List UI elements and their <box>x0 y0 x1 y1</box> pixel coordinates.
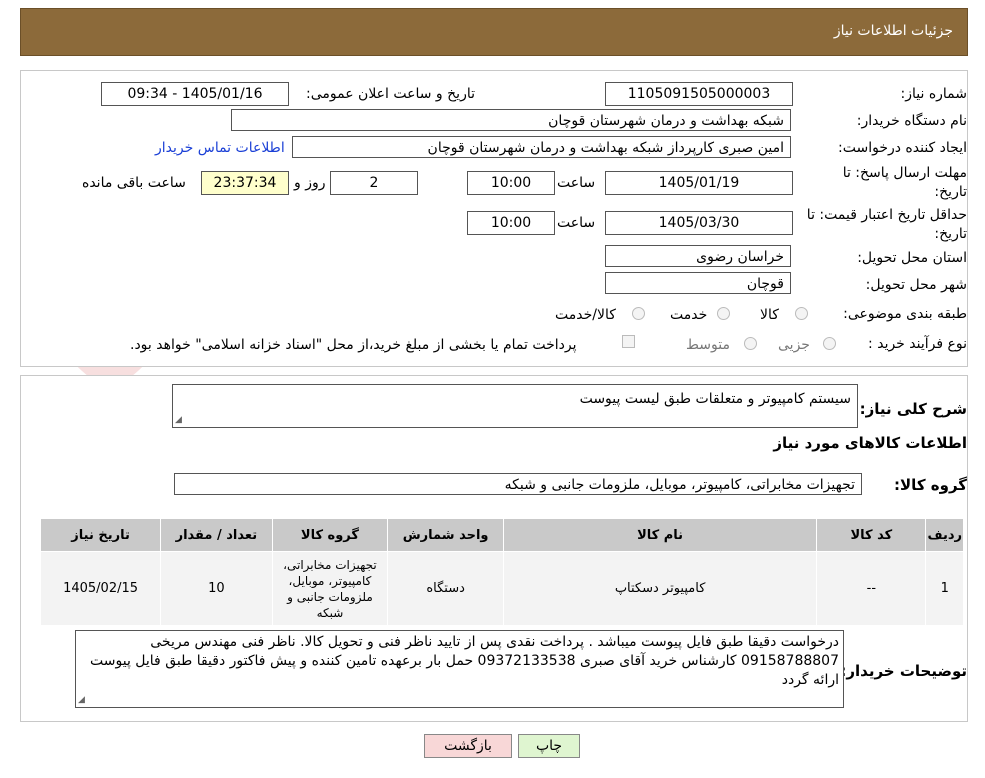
buyer-org-label: نام دستگاه خریدار: <box>856 113 967 129</box>
deadline-date-field: 1405/01/19 <box>605 171 793 195</box>
buyer-notes-field: درخواست دقیقا طبق فایل پیوست میباشد . پر… <box>75 630 844 708</box>
creator-label: ایجاد کننده درخواست: <box>838 140 967 156</box>
validity-date-field: 1405/03/30 <box>605 211 793 235</box>
process-radio-minor[interactable] <box>823 337 836 350</box>
print-button[interactable]: چاپ <box>518 734 580 758</box>
general-desc-label: شرح کلی نیاز: <box>859 400 967 418</box>
deadline-time-label: ساعت <box>557 175 596 191</box>
remaining-label: ساعت باقی مانده <box>82 175 186 191</box>
col-header-quantity: تعداد / مقدار <box>160 518 273 552</box>
table-header-row: ردیف کد کالا نام کالا واحد شمارش گروه کا… <box>39 518 964 552</box>
process-option-minor: جزیی <box>778 337 810 353</box>
col-header-code: کد کالا <box>816 518 927 552</box>
col-header-date: تاریخ نیاز <box>39 518 162 552</box>
remaining-days-field: 2 <box>330 171 418 195</box>
city-label: شهر محل تحویل: <box>865 277 967 293</box>
cell-unit: دستگاه <box>387 551 504 626</box>
process-label: نوع فرآیند خرید : <box>868 336 967 352</box>
category-radio-service[interactable] <box>717 307 730 320</box>
cell-quantity: 10 <box>160 551 273 626</box>
buyer-notes-text: درخواست دقیقا طبق فایل پیوست میباشد . پر… <box>90 634 839 688</box>
cell-row: 1 <box>925 551 964 626</box>
goods-info-title: اطلاعات کالاهای مورد نیاز <box>773 434 967 452</box>
cell-code: -- <box>816 551 927 626</box>
days-label: روز و <box>294 175 326 191</box>
page-title: جزئیات اطلاعات نیاز <box>833 23 953 39</box>
creator-field: امین صبری کارپرداز شبکه بهداشت و درمان ش… <box>292 136 791 158</box>
category-radio-goods[interactable] <box>795 307 808 320</box>
col-header-unit: واحد شمارش <box>387 518 504 552</box>
payment-note: پرداخت تمام یا بخشی از مبلغ خرید،از محل … <box>130 337 577 353</box>
category-label: طبقه بندی موضوعی: <box>843 306 967 322</box>
province-label: استان محل تحویل: <box>857 250 967 266</box>
col-header-row: ردیف <box>925 518 964 552</box>
col-header-group: گروه کالا <box>271 518 389 552</box>
category-option-service: خدمت <box>670 307 708 323</box>
category-option-goods-service: کالا/خدمت <box>555 307 616 323</box>
city-field: قوچان <box>605 272 791 294</box>
back-button[interactable]: بازگشت <box>424 734 512 758</box>
deadline-label: مهلت ارسال پاسخ: تا <box>842 165 967 181</box>
validity-time-label: ساعت <box>557 215 596 231</box>
general-desc-field: سیستم کامپیوتر و متعلقات طبق لیست پیوست … <box>172 384 858 428</box>
cell-date: 1405/02/15 <box>39 551 162 626</box>
validity-label-date: تاریخ: <box>934 226 967 242</box>
goods-table: ردیف کد کالا نام کالا واحد شمارش گروه کا… <box>39 518 964 626</box>
cell-group: تجهیزات مخابراتی، کامپیوتر، موبایل، ملزو… <box>271 551 389 626</box>
goods-group-label: گروه کالا: <box>894 476 967 494</box>
announce-datetime-field: 1405/01/16 - 09:34 <box>101 82 289 106</box>
table-row: 1 -- کامپیوتر دسکتاپ دستگاه تجهیزات مخاب… <box>39 551 964 626</box>
category-option-goods: کالا <box>760 307 779 323</box>
resize-handle-icon[interactable]: ◢ <box>175 415 182 425</box>
need-number-field: 1105091505000003 <box>605 82 793 106</box>
need-number-label: شماره نیاز: <box>900 86 968 102</box>
page-header: جزئیات اطلاعات نیاز <box>20 8 968 56</box>
province-field: خراسان رضوی <box>605 245 791 267</box>
category-radio-goods-service[interactable] <box>632 307 645 320</box>
validity-time-field: 10:00 <box>467 211 555 235</box>
buyer-contact-link[interactable]: اطلاعات تماس خریدار <box>155 140 285 156</box>
cell-name: کامپیوتر دسکتاپ <box>502 551 818 626</box>
buyer-notes-label: توضیحات خریدار: <box>840 662 967 680</box>
deadline-time-field: 10:00 <box>467 171 555 195</box>
resize-handle-icon[interactable]: ◢ <box>78 695 85 705</box>
general-desc-text: سیستم کامپیوتر و متعلقات طبق لیست پیوست <box>579 391 851 407</box>
process-option-medium: متوسط <box>686 337 730 353</box>
buyer-org-field: شبکه بهداشت و درمان شهرستان قوچان <box>231 109 791 131</box>
remaining-time-field: 23:37:34 <box>201 171 289 195</box>
col-header-name: نام کالا <box>502 518 818 552</box>
announce-label: تاریخ و ساعت اعلان عمومی: <box>306 86 475 102</box>
deadline-label-date: تاریخ: <box>934 184 967 200</box>
process-radio-medium[interactable] <box>744 337 757 350</box>
validity-label: حداقل تاریخ اعتبار قیمت: تا <box>806 207 967 223</box>
treasury-bonds-checkbox[interactable] <box>622 335 635 348</box>
goods-group-field: تجهیزات مخابراتی، کامپیوتر، موبایل، ملزو… <box>174 473 862 495</box>
